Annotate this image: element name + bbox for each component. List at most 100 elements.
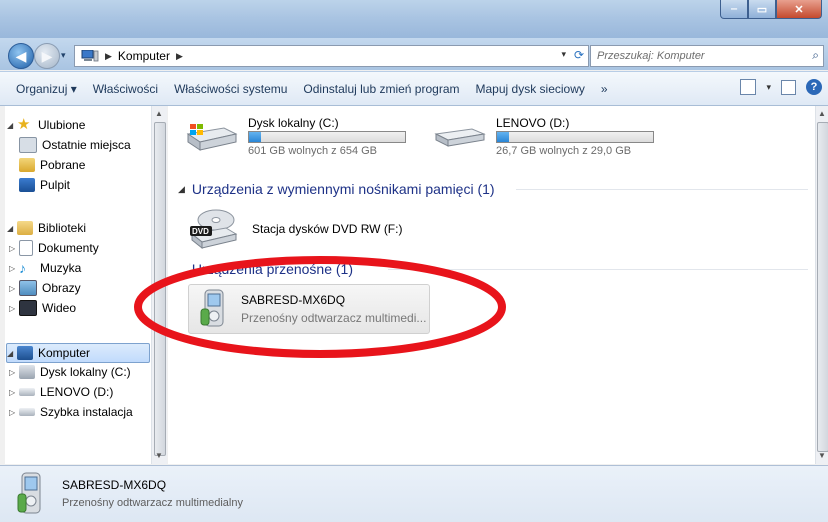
documents-icon <box>19 240 33 256</box>
libraries-icon <box>17 221 33 235</box>
pictures-icon <box>19 280 37 296</box>
nav-computer[interactable]: ◢ Komputer <box>6 343 150 363</box>
maximize-button[interactable]: ▭ <box>748 0 776 19</box>
expand-arrow-icon[interactable]: ◢ <box>7 349 17 358</box>
removable-drive-icon <box>434 128 486 147</box>
system-properties-button[interactable]: Właściwości systemu <box>166 82 295 96</box>
nav-documents-label: Dokumenty <box>38 241 99 255</box>
close-button[interactable]: ✕ <box>776 0 822 19</box>
nav-music[interactable]: ▷ ♪ Muzyka <box>9 259 81 277</box>
recent-pages-dropdown[interactable]: ▾ <box>61 50 66 61</box>
address-dropdown-icon[interactable]: ▾ <box>561 49 566 60</box>
window-controls: ‒ ▭ ✕ <box>720 0 822 20</box>
preview-pane-icon[interactable] <box>781 79 796 95</box>
group-divider <box>388 269 808 270</box>
address-bar[interactable]: ▶ Komputer ▶ ▾ ⟳ <box>74 45 589 67</box>
navigation-pane: ◢ ★ Ulubione Ostatnie miejsca Pobrane Pu… <box>5 106 151 464</box>
music-icon: ♪ <box>19 260 26 276</box>
view-dropdown-icon[interactable]: ▾ <box>766 82 771 93</box>
command-bar: Organizuj ▾ Właściwości Właściwości syst… <box>0 71 828 106</box>
drive-d-usage-bar <box>496 131 654 143</box>
nav-recent-label: Ostatnie miejsca <box>42 138 131 152</box>
nav-recent-places[interactable]: Ostatnie miejsca <box>19 136 131 154</box>
refresh-icon[interactable]: ⟳ <box>574 48 584 62</box>
view-options-icon[interactable] <box>740 79 757 95</box>
videos-icon <box>19 300 37 316</box>
dvd-drive-name: Stacja dysków DVD RW (F:) <box>252 222 403 236</box>
search-box[interactable]: ⌕ <box>590 45 824 67</box>
dvd-drive-tile[interactable]: DVD Stacja dysków DVD RW (F:) <box>182 206 422 250</box>
nav-downloads[interactable]: Pobrane <box>19 156 85 174</box>
downloads-folder-icon <box>19 158 35 172</box>
arrow-left-icon: ◀ <box>15 47 27 64</box>
collapse-group-icon[interactable]: ◢ <box>178 184 185 195</box>
uninstall-program-button[interactable]: Odinstaluj lub zmień program <box>295 82 467 96</box>
collapse-arrow-icon[interactable]: ▷ <box>9 368 19 377</box>
nav-drive-d[interactable]: ▷ LENOVO (D:) <box>9 383 113 401</box>
group-portable-label: Urządzenia przenośne (1) <box>191 261 354 277</box>
computer-icon <box>81 50 99 62</box>
help-icon[interactable]: ? <box>806 79 822 95</box>
drive-tile-c[interactable]: Dysk lokalny (C:) 601 GB wolnych z 654 G… <box>178 112 418 157</box>
scroll-up-icon[interactable]: ▲ <box>155 109 163 118</box>
title-bar: ‒ ▭ ✕ <box>0 0 828 40</box>
scroll-down-icon[interactable]: ▼ <box>818 451 826 460</box>
minimize-button[interactable]: ‒ <box>720 0 748 19</box>
group-removable-header[interactable]: ◢ Urządzenia z wymiennymi nośnikami pami… <box>178 179 808 199</box>
drive-d-name: LENOVO (D:) <box>496 116 570 130</box>
nav-videos-label: Wideo <box>42 301 77 315</box>
nav-videos[interactable]: ▷ Wideo <box>9 299 76 317</box>
properties-button[interactable]: Właściwości <box>85 82 166 96</box>
group-portable-header[interactable]: ◢ Urządzenia przenośne (1) <box>178 259 808 279</box>
nav-computer-label: Komputer <box>38 346 91 360</box>
more-commands-button[interactable]: » <box>593 82 616 96</box>
nav-pictures[interactable]: ▷ Obrazy <box>9 279 81 297</box>
nav-scroll-thumb[interactable] <box>154 122 166 456</box>
collapse-arrow-icon[interactable]: ▷ <box>9 244 19 253</box>
collapse-arrow-icon[interactable]: ▷ <box>9 388 19 397</box>
nav-quick-install[interactable]: ▷ Szybka instalacja <box>9 403 133 421</box>
nav-desktop[interactable]: Pulpit <box>19 176 70 194</box>
nav-documents[interactable]: ▷ Dokumenty <box>9 239 99 257</box>
media-player-icon <box>200 289 224 327</box>
breadcrumb-chevron-icon[interactable]: ▶ <box>176 51 183 62</box>
drive-c-icon <box>19 365 35 379</box>
nav-music-label: Muzyka <box>40 261 82 275</box>
nav-drive-c[interactable]: ▷ Dysk lokalny (C:) <box>9 363 131 381</box>
group-removable-label: Urządzenia z wymiennymi nośnikami pamięc… <box>191 181 495 197</box>
nav-favorites[interactable]: ◢ ★ Ulubione <box>7 116 85 134</box>
organize-menu[interactable]: Organizuj ▾ <box>8 82 85 96</box>
collapse-arrow-icon[interactable]: ▷ <box>9 264 19 273</box>
breadcrumb-komputer[interactable]: Komputer <box>118 49 170 63</box>
device-name: SABRESD-MX6DQ <box>241 293 346 307</box>
back-button[interactable]: ◀ <box>8 43 34 69</box>
nav-drive-d-label: LENOVO (D:) <box>40 385 114 399</box>
content-scroll-thumb[interactable] <box>817 122 828 452</box>
drive-c-free: 601 GB wolnych z 654 GB <box>248 145 378 157</box>
expand-arrow-icon[interactable]: ◢ <box>7 121 17 130</box>
nav-libraries-label: Biblioteki <box>38 221 87 235</box>
scroll-down-icon[interactable]: ▼ <box>155 451 163 460</box>
nav-scrollbar[interactable]: ▲ ▼ <box>151 106 167 464</box>
star-icon: ★ <box>17 116 31 133</box>
expand-arrow-icon[interactable]: ◢ <box>7 224 17 233</box>
nav-downloads-label: Pobrane <box>40 158 86 172</box>
collapse-arrow-icon[interactable]: ▷ <box>9 304 19 313</box>
collapse-arrow-icon[interactable]: ▷ <box>9 408 19 417</box>
nav-desktop-label: Pulpit <box>40 178 71 192</box>
content-scrollbar[interactable]: ▲ ▼ <box>815 106 828 464</box>
search-icon[interactable]: ⌕ <box>812 48 819 63</box>
map-network-drive-button[interactable]: Mapuj dysk sieciowy <box>468 82 593 96</box>
scroll-up-icon[interactable]: ▲ <box>818 109 826 118</box>
drive-c-name: Dysk lokalny (C:) <box>248 116 339 130</box>
collapse-arrow-icon[interactable]: ▷ <box>9 284 19 293</box>
drive-icon <box>19 408 35 416</box>
arrow-right-icon: ▶ <box>41 47 53 64</box>
details-title: SABRESD-MX6DQ <box>62 478 167 492</box>
nav-libraries[interactable]: ◢ Biblioteki <box>7 219 86 237</box>
portable-device-tile[interactable]: SABRESD-MX6DQ Przenośny odtwarzacz multi… <box>188 284 430 334</box>
computer-icon <box>17 346 33 360</box>
drive-tile-d[interactable]: LENOVO (D:) 26,7 GB wolnych z 29,0 GB <box>426 112 676 157</box>
search-input[interactable] <box>595 49 799 63</box>
forward-button[interactable]: ▶ <box>34 43 60 69</box>
